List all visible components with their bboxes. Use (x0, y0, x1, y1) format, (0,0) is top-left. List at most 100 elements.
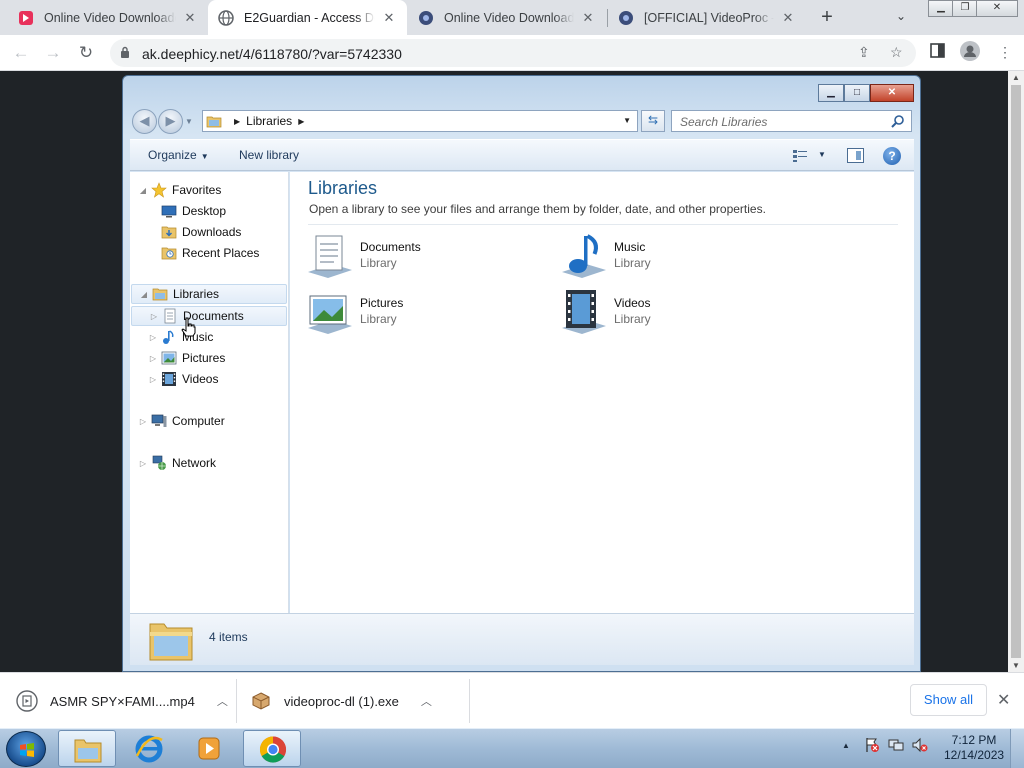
installer-package-icon (252, 692, 270, 710)
breadcrumb-arrow-icon[interactable]: ▶ (234, 117, 240, 126)
bookmark-star-icon[interactable]: ☆ (890, 44, 903, 61)
explorer-close-button[interactable]: ✕ (870, 84, 914, 102)
expand-arrow-icon[interactable]: ▷ (148, 354, 158, 363)
library-kind: Library (614, 312, 651, 326)
nav-libraries[interactable]: ◢ Libraries (131, 284, 287, 304)
tab-online-video-downloader-1[interactable]: Online Video Downloader ✕ (8, 0, 208, 35)
minimize-button[interactable]: ▁ (928, 0, 954, 17)
breadcrumb-arrow-icon[interactable]: ▶ (298, 117, 304, 126)
address-dropdown-icon[interactable]: ▼ (623, 116, 631, 125)
breadcrumb-libraries[interactable]: Libraries (246, 114, 292, 128)
history-dropdown-icon[interactable]: ▼ (185, 117, 193, 126)
reload-icon[interactable]: ↻ (75, 42, 97, 64)
taskbar-chrome-button[interactable] (243, 730, 301, 767)
share-icon[interactable]: ⇪ (858, 44, 870, 61)
globe-icon (218, 9, 234, 26)
library-tile-music[interactable]: Music Library (560, 232, 790, 282)
taskbar-clock[interactable]: 7:12 PM 12/14/2023 (944, 733, 1004, 763)
library-tile-videos[interactable]: Videos Library (560, 288, 790, 338)
page-scrollbar[interactable]: ▲ ▼ (1008, 71, 1024, 672)
help-icon[interactable]: ? (883, 147, 901, 165)
start-button[interactable] (6, 731, 46, 767)
tab-e2guardian[interactable]: E2Guardian - Access Denied ✕ (208, 0, 407, 35)
new-tab-button[interactable]: + (814, 5, 840, 31)
show-desktop-button[interactable] (1010, 729, 1024, 768)
nav-downloads-label: Downloads (182, 225, 242, 239)
download-options-chevron-icon[interactable]: ︿ (421, 693, 432, 709)
taskbar-ie-button[interactable] (120, 730, 178, 767)
close-tab-icon[interactable]: ✕ (580, 10, 596, 26)
collapse-arrow-icon[interactable]: ◢ (139, 290, 149, 299)
url-text[interactable]: ak.deephicy.net/4/6118780/?var=5742330 (142, 46, 402, 62)
restore-button[interactable]: ❐ (952, 0, 978, 17)
tab-search-chevron-icon[interactable]: ⌄ (896, 9, 906, 23)
network-status-icon[interactable] (888, 737, 904, 753)
nav-recent-places[interactable]: Recent Places (161, 243, 259, 263)
explorer-address-bar[interactable]: ▶ Libraries ▶ ▼ (202, 110, 638, 132)
kebab-menu-icon[interactable]: ⋮ (998, 44, 1012, 61)
explorer-refresh-icon[interactable]: ⇆ (641, 110, 665, 132)
explorer-minimize-button[interactable]: ▁ (818, 84, 844, 102)
expand-arrow-icon[interactable]: ▷ (138, 417, 148, 426)
expand-arrow-icon[interactable]: ▷ (148, 375, 158, 384)
nav-favorites[interactable]: ◢ Favorites (138, 180, 221, 200)
nav-downloads[interactable]: Downloads (161, 222, 241, 242)
action-center-flag-icon[interactable] (864, 737, 880, 753)
expand-arrow-icon[interactable]: ▷ (138, 459, 148, 468)
tab-videoproc-official[interactable]: [OFFICIAL] VideoProc – O ✕ (608, 0, 806, 35)
nav-network[interactable]: ▷ Network (138, 453, 216, 473)
scrollbar-thumb[interactable] (1011, 85, 1021, 658)
close-tab-icon[interactable]: ✕ (182, 10, 198, 26)
scroll-down-arrow-icon[interactable]: ▼ (1012, 661, 1020, 670)
taskbar-explorer-button[interactable] (58, 730, 116, 767)
change-view-icon[interactable] (792, 149, 808, 163)
show-all-downloads-button[interactable]: Show all (910, 684, 987, 716)
libraries-folder-icon (152, 288, 168, 301)
show-hidden-icons-icon[interactable]: ▲ (842, 741, 850, 750)
nav-computer[interactable]: ▷ Computer (138, 411, 225, 431)
explorer-search-input[interactable]: Search Libraries (671, 110, 912, 132)
download-options-chevron-icon[interactable]: ︿ (217, 693, 228, 709)
desktop-icon (161, 205, 177, 218)
nav-videos[interactable]: ▷ Videos (148, 369, 218, 389)
close-window-button[interactable]: ✕ (976, 0, 1018, 17)
close-tab-icon[interactable]: ✕ (780, 10, 796, 26)
explorer-maximize-button[interactable]: □ (844, 84, 870, 102)
close-tab-icon[interactable]: ✕ (381, 10, 397, 26)
search-icon[interactable] (891, 114, 905, 128)
explorer-back-icon[interactable]: ◀ (132, 109, 157, 134)
organize-button[interactable]: Organize ▼ (148, 148, 209, 162)
system-tray: ▲ (842, 737, 936, 753)
videoproc-icon (619, 10, 633, 25)
lock-icon[interactable] (120, 46, 130, 59)
collapse-arrow-icon[interactable]: ◢ (138, 186, 148, 195)
scroll-up-arrow-icon[interactable]: ▲ (1012, 73, 1020, 82)
new-library-button[interactable]: New library (239, 148, 299, 162)
explorer-forward-icon[interactable]: ▶ (158, 109, 183, 134)
close-shelf-icon[interactable]: ✕ (997, 690, 1010, 710)
profile-avatar-icon[interactable] (960, 41, 980, 64)
library-tile-pictures[interactable]: Pictures Library (306, 288, 536, 338)
download-item-mp4[interactable]: ASMR SPY×FAMI....mp4 ︿ (16, 673, 228, 729)
content-divider (308, 224, 898, 225)
preview-pane-icon[interactable] (847, 148, 864, 163)
address-bar[interactable]: ak.deephicy.net/4/6118780/?var=5742330 (110, 39, 916, 67)
nav-desktop[interactable]: Desktop (161, 201, 226, 221)
item-count: 4 items (209, 630, 248, 644)
view-dropdown-icon[interactable]: ▼ (818, 150, 826, 159)
expand-arrow-icon[interactable]: ▷ (149, 312, 159, 321)
computer-icon (151, 414, 167, 427)
back-arrow-icon[interactable]: ← (10, 42, 32, 64)
library-tile-documents[interactable]: Documents Library (306, 232, 536, 282)
nav-libraries-label: Libraries (173, 287, 220, 301)
tab-online-video-downloader-2[interactable]: Online Video Downloader ✕ (408, 0, 606, 35)
explorer-nav-buttons: ◀ ▶ ▼ (132, 109, 193, 134)
taskbar-media-player-button[interactable] (180, 730, 238, 767)
nav-pictures[interactable]: ▷ Pictures (148, 348, 225, 368)
nav-documents[interactable]: ▷ Documents (131, 306, 287, 326)
side-panel-icon[interactable] (930, 43, 945, 61)
expand-arrow-icon[interactable]: ▷ (148, 333, 158, 342)
download-item-exe[interactable]: videoproc-dl (1).exe ︿ (250, 673, 432, 729)
volume-muted-icon[interactable] (912, 737, 928, 753)
forward-arrow-icon[interactable]: → (42, 42, 64, 64)
